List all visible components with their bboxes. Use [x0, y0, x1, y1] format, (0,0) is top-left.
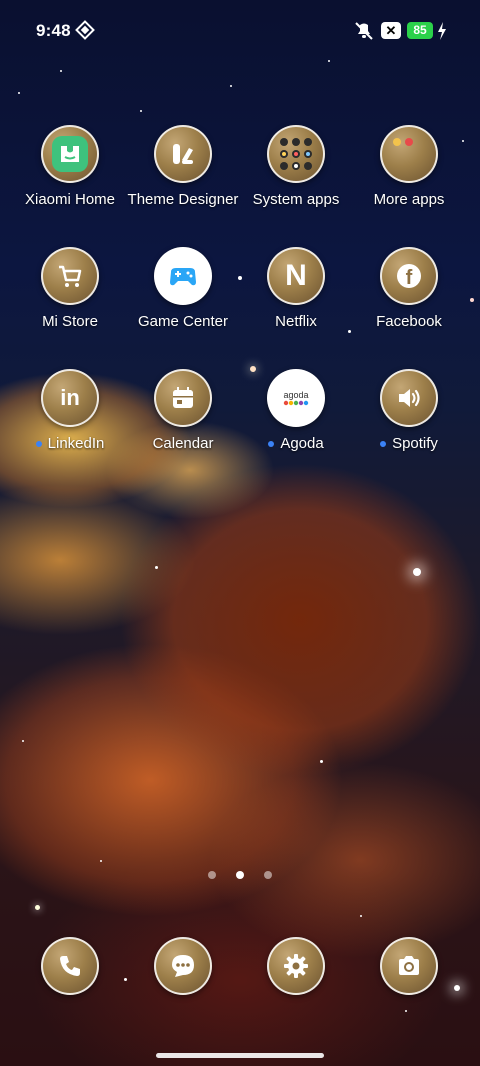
page-dot-active[interactable] — [236, 871, 244, 879]
focus-mode-icon — [75, 20, 95, 40]
status-bar: 9:48 ✕ 85 — [0, 18, 480, 46]
app-label: Xiaomi Home — [24, 191, 116, 208]
gear-glyph — [284, 954, 308, 978]
charging-icon — [438, 22, 446, 40]
battery-level: 85 — [407, 22, 433, 39]
theme-designer-glyph — [173, 144, 193, 164]
app-label: System apps — [252, 191, 340, 208]
app-label: Netflix — [275, 313, 317, 330]
app-mi-store[interactable]: Mi Store — [10, 247, 130, 331]
page-dot[interactable] — [207, 871, 216, 879]
app-linkedin[interactable]: in LinkedIn — [10, 369, 130, 452]
spotify-icon — [380, 369, 438, 427]
folder-system-apps[interactable]: System apps — [236, 125, 356, 209]
app-theme-designer[interactable]: Theme Designer — [123, 125, 243, 209]
agoda-icon: agoda — [267, 369, 325, 427]
netflix-icon: N — [267, 247, 325, 305]
theme-designer-icon — [154, 125, 212, 183]
folder-preview-grid — [393, 138, 413, 146]
calendar-glyph — [173, 387, 193, 408]
agoda-wordmark: agoda — [283, 390, 309, 400]
xiaomi-home-glyph — [52, 136, 88, 172]
facebook-glyph: f — [397, 264, 421, 289]
app-agoda[interactable]: agoda Agoda — [236, 369, 356, 452]
folder-icon — [267, 125, 325, 183]
gear-icon — [267, 937, 325, 995]
linkedin-glyph: in — [60, 385, 80, 410]
clock: 9:48 — [36, 21, 71, 40]
app-label: LinkedIn — [47, 435, 105, 452]
phone-glyph — [60, 956, 80, 976]
page-indicator[interactable] — [0, 866, 480, 884]
message-glyph — [172, 955, 194, 977]
cart-glyph — [59, 265, 82, 287]
app-spotify[interactable]: Spotify — [349, 369, 469, 452]
notification-x-icon: ✕ — [381, 22, 401, 39]
dock-settings[interactable] — [236, 937, 356, 995]
folder-more-apps[interactable]: More apps — [349, 125, 469, 209]
dock-messages[interactable] — [123, 937, 243, 995]
app-label: Game Center — [137, 313, 229, 330]
app-facebook[interactable]: f Facebook — [349, 247, 469, 331]
vibrate-off-icon — [355, 22, 373, 40]
app-calendar[interactable]: Calendar — [123, 369, 243, 453]
agoda-dots — [283, 400, 309, 406]
app-label: Calendar — [152, 435, 214, 452]
facebook-icon: f — [380, 247, 438, 305]
app-game-center[interactable]: Game Center — [123, 247, 243, 331]
xiaomi-home-icon — [41, 125, 99, 183]
app-label: Facebook — [376, 313, 442, 330]
camera-glyph — [399, 956, 419, 975]
facebook-letter: f — [405, 267, 413, 289]
netflix-glyph: N — [285, 259, 307, 292]
home-gesture-bar[interactable] — [156, 1053, 324, 1058]
new-install-dot — [380, 440, 387, 447]
cart-icon — [41, 247, 99, 305]
gamepad-icon — [154, 247, 212, 305]
folder-preview-grid — [280, 138, 312, 170]
app-label: Spotify — [392, 435, 438, 452]
app-xiaomi-home[interactable]: Xiaomi Home — [10, 125, 130, 209]
message-icon — [154, 937, 212, 995]
speaker-glyph — [399, 389, 420, 407]
gamepad-glyph — [166, 259, 200, 293]
folder-icon — [380, 125, 438, 183]
app-label: Theme Designer — [127, 191, 239, 208]
dock-phone[interactable] — [10, 937, 130, 995]
page-dot[interactable] — [264, 871, 273, 879]
new-install-dot — [35, 440, 42, 447]
camera-icon — [380, 937, 438, 995]
calendar-icon — [154, 369, 212, 427]
new-install-dot — [268, 440, 275, 447]
app-label: Agoda — [280, 435, 324, 452]
app-netflix[interactable]: N Netflix — [236, 247, 356, 331]
dock-camera[interactable] — [349, 937, 469, 995]
linkedin-icon: in — [41, 369, 99, 427]
app-label: Mi Store — [42, 313, 98, 330]
phone-icon — [41, 937, 99, 995]
app-label: More apps — [373, 191, 445, 208]
